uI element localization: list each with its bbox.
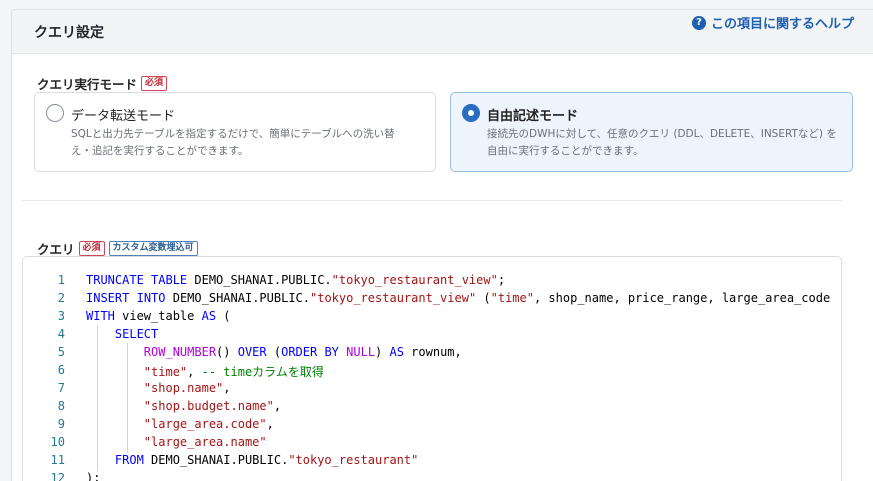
sql-code-editor[interactable]: 1 2 3 4 5 6 7 8 9 10 11 12 TRUNCATE TABL… (22, 256, 842, 481)
line-number: 9 (57, 417, 65, 431)
code-line: TRUNCATE TABLE DEMO_SHANAI.PUBLIC."tokyo… (86, 273, 506, 287)
mode-option-description-line: SQLと出力先テーブルを指定するだけで、簡単にテーブルへの洗い替 (71, 128, 395, 140)
radio-unchecked-icon[interactable] (46, 104, 64, 122)
line-number: 11 (50, 453, 65, 467)
mode-option-description-line: 接続先のDWHに対して、任意のクエリ (DDL、DELETE、INSERTなど)… (487, 128, 837, 140)
code-line: SELECT (114, 327, 159, 341)
radio-checked-icon[interactable] (462, 104, 480, 122)
code-line: WITH view_table AS ( (86, 309, 231, 323)
mode-option-description-line: 自由に実行することができます。 (487, 145, 644, 157)
code-line: "large_area.name" (143, 435, 267, 449)
code-line: "large_area.code", (143, 417, 274, 431)
required-badge: 必須 (141, 76, 168, 91)
required-badge: 必須 (78, 241, 105, 256)
line-number: 1 (57, 273, 65, 287)
data-transfer-mode-option[interactable]: データ転送モード SQLと出力先テーブルを指定するだけで、簡単にテーブルへの洗い… (34, 92, 436, 172)
section-divider (22, 200, 842, 201)
line-number: 12 (50, 471, 65, 481)
line-number: 6 (57, 363, 65, 377)
code-line: "shop.budget.name", (143, 399, 282, 413)
help-link-label: この項目に関するヘルプ (711, 17, 855, 32)
code-line: "shop.name", (143, 381, 231, 395)
code-line: "time", -- timeカラムを取得 (143, 365, 324, 379)
code-line: ROW_NUMBER() OVER (ORDER BY NULL) AS row… (143, 345, 462, 359)
mode-option-title: 自由記述モード (487, 109, 579, 124)
line-number: 8 (57, 399, 65, 413)
question-circle-icon: ? (692, 15, 706, 30)
mode-option-title: データ転送モード (71, 109, 176, 124)
code-line: FROM DEMO_SHANAI.PUBLIC."tokyo_restauran… (114, 453, 419, 467)
panel-title: クエリ設定 (34, 24, 104, 41)
line-number: 3 (57, 309, 65, 323)
execution-mode-label-text: クエリ実行モード (37, 77, 138, 92)
line-number: 10 (50, 435, 65, 449)
mode-option-description-line: え・追記を実行することができます。 (71, 145, 249, 157)
line-number: 2 (57, 291, 65, 305)
execution-mode-label: クエリ実行モード 必須 (37, 74, 168, 93)
mode-option-description: SQLと出力先テーブルを指定するだけで、簡単にテーブルへの洗い替 え・追記を実行… (71, 126, 395, 160)
mode-option-description: 接続先のDWHに対して、任意のクエリ (DDL、DELETE、INSERTなど)… (487, 126, 837, 160)
free-description-mode-option[interactable]: 自由記述モード 接続先のDWHに対して、任意のクエリ (DDL、DELETE、I… (450, 92, 853, 172)
line-number-gutter: 1 2 3 4 5 6 7 8 9 10 11 12 (23, 257, 75, 481)
line-number: 7 (57, 381, 65, 395)
line-number: 4 (57, 327, 65, 341)
code-line: ); (86, 471, 101, 481)
custom-variable-badge: カスタム変数埋込可 (108, 241, 198, 256)
line-number: 5 (57, 345, 65, 359)
help-link[interactable]: ? この項目に関するヘルプ (692, 13, 854, 32)
code-line: INSERT INTO DEMO_SHANAI.PUBLIC."tokyo_re… (86, 291, 831, 305)
